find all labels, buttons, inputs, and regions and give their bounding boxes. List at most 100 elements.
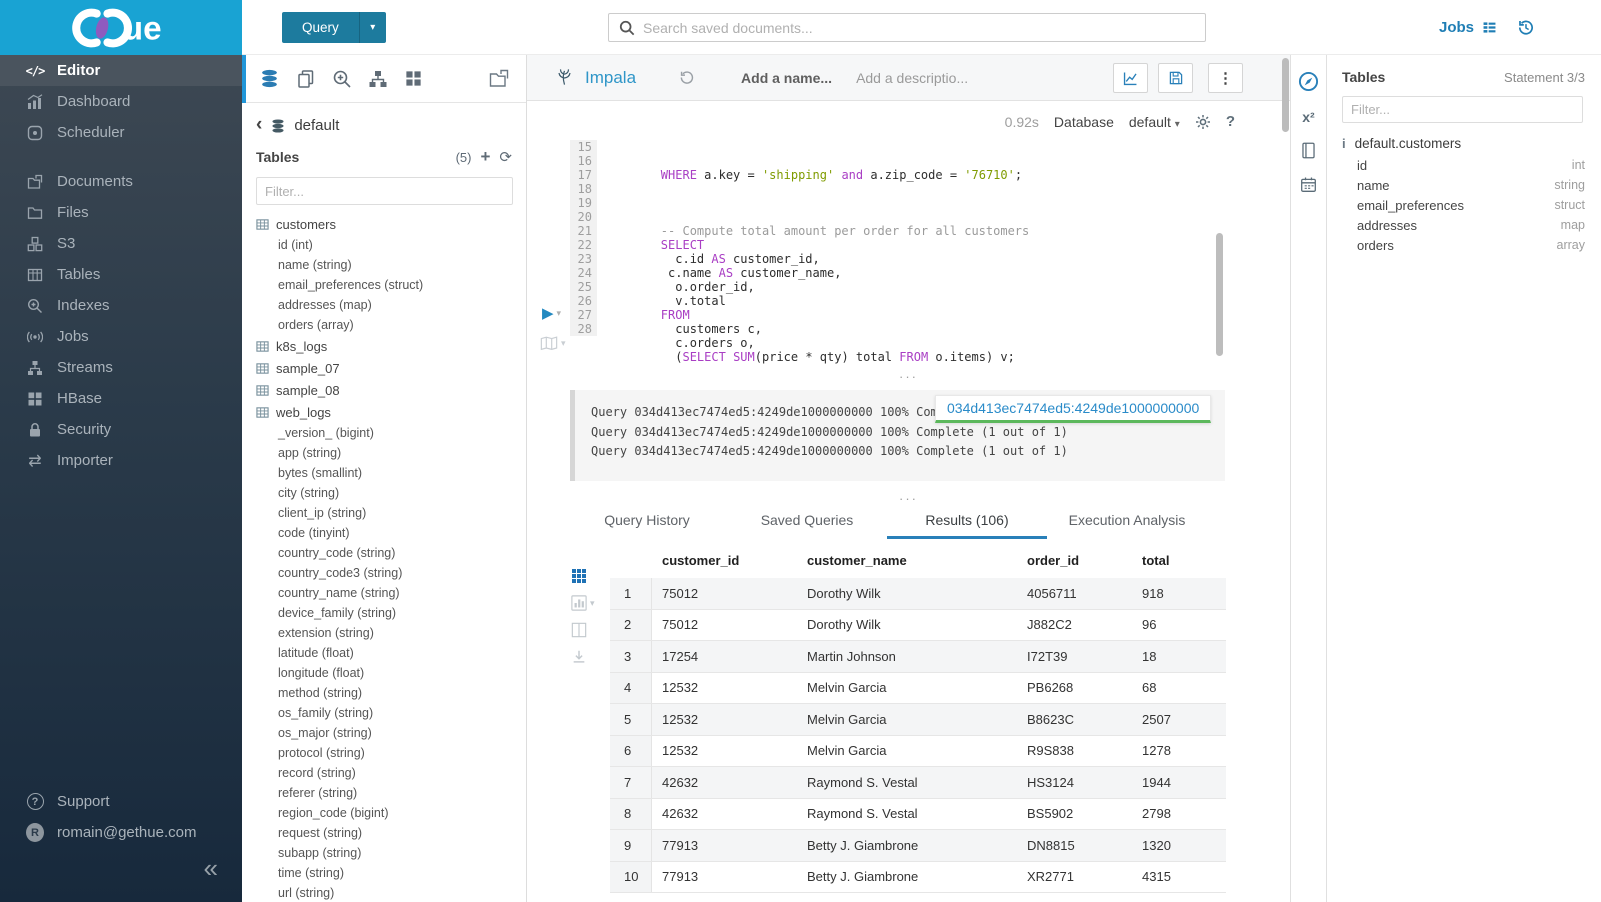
code-line[interactable]: 28 (SELECT SUM(price * qty) total FROM o…	[527, 322, 1290, 336]
table-row[interactable]: 5 12532 Melvin Garcia B8623C 2507	[610, 704, 1226, 736]
column-entry[interactable]: _version_ (bigint)	[256, 423, 526, 443]
column-entry[interactable]: extension (string)	[256, 623, 526, 643]
column-entry[interactable]: region_code (bigint)	[256, 803, 526, 823]
table-name[interactable]: web_logs	[276, 405, 331, 420]
column-row[interactable]: email_preferences struct	[1328, 195, 1601, 215]
assist-documents-icon[interactable]	[296, 69, 316, 89]
columns-view-icon[interactable]	[571, 622, 595, 638]
table-row[interactable]: web_logs	[256, 401, 526, 423]
sidebar-item-dashboard[interactable]: Dashboard	[0, 86, 242, 117]
cell-customer-name[interactable]: Melvin Garcia	[797, 736, 1017, 767]
functions-icon[interactable]: x²	[1302, 109, 1314, 125]
code-line[interactable]: 23 o.order_id,	[527, 252, 1290, 266]
database-selector[interactable]: default ▾	[1129, 114, 1180, 130]
table-row[interactable]: customers	[256, 213, 526, 235]
sidebar-item-importer[interactable]: ⇄ Importer	[0, 445, 242, 476]
column-entry[interactable]: record (string)	[256, 763, 526, 783]
cell-total[interactable]: 1944	[1132, 767, 1226, 798]
column-entry[interactable]: addresses (map)	[256, 295, 526, 315]
table-row[interactable]: sample_07	[256, 357, 526, 379]
cell-customer-name[interactable]: Betty J. Giambrone	[797, 862, 1017, 893]
table-name[interactable]: sample_07	[276, 361, 340, 376]
save-button[interactable]	[1158, 63, 1193, 93]
col-header[interactable]: order_id	[1017, 542, 1132, 578]
column-entry[interactable]: country_code3 (string)	[256, 563, 526, 583]
cell-customer-id[interactable]: 75012	[652, 578, 797, 609]
cell-customer-id[interactable]: 42632	[652, 799, 797, 830]
column-entry[interactable]: url (string)	[256, 883, 526, 902]
cell-customer-name[interactable]: Raymond S. Vestal	[797, 767, 1017, 798]
cell-order-id[interactable]: 4056711	[1017, 578, 1132, 609]
cell-total[interactable]: 68	[1132, 673, 1226, 704]
info-icon[interactable]: i	[1342, 136, 1346, 151]
column-entry[interactable]: latitude (float)	[256, 643, 526, 663]
code-line[interactable]: 18	[527, 182, 1290, 196]
cell-total[interactable]: 18	[1132, 641, 1226, 672]
column-entry[interactable]: request (string)	[256, 823, 526, 843]
active-table-name[interactable]: default.customers	[1355, 136, 1462, 151]
cell-order-id[interactable]: BS5902	[1017, 799, 1132, 830]
help-question-icon[interactable]: ?	[1226, 113, 1235, 130]
cell-customer-id[interactable]: 12532	[652, 736, 797, 767]
table-row[interactable]: k8s_logs	[256, 335, 526, 357]
cell-customer-id[interactable]: 17254	[652, 641, 797, 672]
column-entry[interactable]: time (string)	[256, 863, 526, 883]
cell-total[interactable]: 2798	[1132, 799, 1226, 830]
column-entry[interactable]: app (string)	[256, 443, 526, 463]
table-row[interactable]: 7 42632 Raymond S. Vestal HS3124 1944	[610, 767, 1226, 799]
column-entry[interactable]: email_preferences (struct)	[256, 275, 526, 295]
column-entry[interactable]: city (string)	[256, 483, 526, 503]
table-row[interactable]: 3 17254 Martin Johnson I72T39 18	[610, 641, 1226, 673]
code-line[interactable]: 24 v.total	[527, 266, 1290, 280]
table-name[interactable]: k8s_logs	[276, 339, 327, 354]
cell-total[interactable]: 1320	[1132, 830, 1226, 861]
hue-logo[interactable]: ue	[0, 0, 242, 55]
code-editor[interactable]: 15 WHERE a.key = 'shipping' and a.zip_co…	[527, 140, 1290, 340]
sidebar-item-editor[interactable]: </> Editor	[0, 55, 242, 86]
column-entry[interactable]: bytes (smallint)	[256, 463, 526, 483]
cell-customer-name[interactable]: Raymond S. Vestal	[797, 799, 1017, 830]
cell-order-id[interactable]: HS3124	[1017, 767, 1132, 798]
cell-total[interactable]: 4315	[1132, 862, 1226, 893]
right-filter-input[interactable]	[1342, 96, 1583, 123]
cell-order-id[interactable]: J882C2	[1017, 610, 1132, 641]
code-line[interactable]: 20 SELECT	[527, 210, 1290, 224]
table-row[interactable]: 8 42632 Raymond S. Vestal BS5902 2798	[610, 799, 1226, 831]
history-icon[interactable]	[1516, 18, 1535, 37]
sidebar-item-indexes[interactable]: Indexes	[0, 290, 242, 321]
column-entry[interactable]: os_family (string)	[256, 703, 526, 723]
cell-customer-id[interactable]: 12532	[652, 704, 797, 735]
chart-view-icon[interactable]: ▾	[571, 595, 595, 611]
refresh-icon[interactable]: ⟳	[499, 148, 512, 166]
cell-customer-id[interactable]: 12532	[652, 673, 797, 704]
search-input[interactable]	[643, 20, 1195, 36]
cell-total[interactable]: 918	[1132, 578, 1226, 609]
query-history-icon[interactable]	[678, 69, 695, 86]
database-breadcrumb[interactable]: ‹ default	[242, 103, 526, 134]
cell-customer-name[interactable]: Dorothy Wilk	[797, 610, 1017, 641]
cell-order-id[interactable]: PB6268	[1017, 673, 1132, 704]
sidebar-item-jobs[interactable]: Jobs	[0, 321, 242, 352]
column-name[interactable]: id	[1357, 158, 1367, 173]
code-line[interactable]: 15 WHERE a.key = 'shipping' and a.zip_co…	[527, 140, 1290, 154]
back-chevron-icon[interactable]: ‹	[256, 118, 262, 132]
cell-customer-name[interactable]: Dorothy Wilk	[797, 578, 1017, 609]
add-table-icon[interactable]: +	[480, 147, 490, 167]
table-row[interactable]: 2 75012 Dorothy Wilk J882C2 96	[610, 610, 1226, 642]
cell-customer-name[interactable]: Melvin Garcia	[797, 673, 1017, 704]
column-entry[interactable]: orders (array)	[256, 315, 526, 335]
table-row[interactable]: 10 77913 Betty J. Giambrone XR2771 4315	[610, 862, 1226, 894]
sidebar-item-security[interactable]: Security	[0, 414, 242, 445]
code-line[interactable]: 25 FROM	[527, 280, 1290, 294]
column-row[interactable]: addresses map	[1328, 215, 1601, 235]
table-row[interactable]: 9 77913 Betty J. Giambrone DN8815 1320	[610, 830, 1226, 862]
job-id-link[interactable]: 034d413ec7474ed5:4249de1000000000	[935, 395, 1211, 423]
schedule-icon[interactable]	[1300, 176, 1317, 193]
cell-order-id[interactable]: DN8815	[1017, 830, 1132, 861]
editor-scrollbar[interactable]	[1216, 233, 1223, 356]
execute-button[interactable]: ▶ ▾	[542, 306, 561, 321]
grid-view-icon[interactable]	[571, 568, 595, 584]
sidebar-item-hbase[interactable]: HBase	[0, 383, 242, 414]
language-reference-icon[interactable]	[1300, 142, 1317, 159]
column-entry[interactable]: country_name (string)	[256, 583, 526, 603]
